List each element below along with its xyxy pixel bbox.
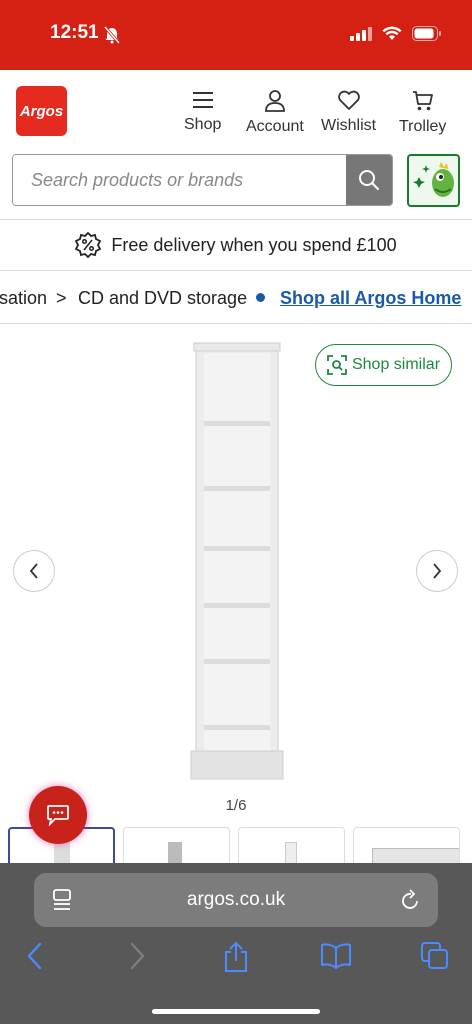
nav-shop-label: Shop (184, 116, 222, 133)
breadcrumb-separator: > (56, 288, 67, 308)
chat-bubble-icon (47, 805, 69, 826)
nav-shop[interactable]: Shop (184, 90, 221, 134)
reload-icon[interactable] (400, 888, 422, 918)
product-image (190, 342, 284, 780)
browser-toolbar: argos.co.uk (0, 863, 472, 1024)
assistant-mascot-icon (412, 161, 454, 197)
breadcrumb: sation > CD and DVD storage Shop all Arg… (0, 272, 472, 324)
nav-wishlist[interactable]: Wishlist (321, 90, 376, 135)
thumbnail[interactable] (353, 827, 460, 867)
menu-icon (192, 92, 213, 108)
shop-similar-label: Shop similar (351, 356, 441, 373)
nav-account[interactable]: Account (246, 90, 304, 136)
site-header: Argos Shop Account Wishlist Trolley (0, 70, 472, 220)
thumbnail[interactable] (123, 827, 230, 867)
chat-button[interactable] (29, 786, 87, 844)
forward-icon[interactable] (126, 941, 148, 976)
home-indicator (152, 1009, 320, 1014)
bookmarks-icon[interactable] (320, 941, 352, 976)
page-menu-icon[interactable] (52, 888, 74, 918)
wifi-icon (382, 26, 402, 46)
search-icon (359, 170, 380, 191)
breadcrumb-previous[interactable]: sation (0, 288, 47, 309)
nav-wishlist-label: Wishlist (321, 117, 377, 134)
next-image-button[interactable] (416, 550, 458, 592)
shop-similar-button[interactable]: Shop similar (315, 344, 452, 386)
assistant-button[interactable] (407, 154, 460, 207)
tabs-icon[interactable] (420, 941, 450, 976)
chevron-left-icon (29, 563, 38, 579)
product-gallery: Shop similar 1/6 (0, 325, 472, 867)
silent-bell-icon (103, 26, 121, 49)
visual-search-icon (327, 355, 347, 375)
nav-account-label: Account (246, 118, 304, 135)
argos-logo[interactable]: Argos (16, 86, 67, 136)
signal-icon (350, 26, 372, 46)
delivery-banner[interactable]: Free delivery when you spend £100 (0, 220, 472, 271)
discount-badge-icon (75, 232, 102, 258)
chevron-right-icon (433, 563, 442, 579)
previous-image-button[interactable] (13, 550, 55, 592)
status-time: 12:51 (50, 22, 99, 43)
nav-trolley-label: Trolley (399, 118, 447, 135)
search-input[interactable] (13, 155, 347, 205)
shop-all-link[interactable]: Shop all Argos Home (280, 288, 461, 309)
address-bar[interactable]: argos.co.uk (34, 873, 438, 927)
share-icon[interactable] (222, 941, 250, 978)
heart-icon (337, 90, 360, 110)
delivery-text: Free delivery when you spend £100 (111, 234, 397, 255)
url-text: argos.co.uk (186, 889, 286, 910)
breadcrumb-current[interactable]: CD and DVD storage (78, 288, 247, 309)
status-bar: 12:51 (0, 0, 472, 70)
account-icon (265, 90, 285, 112)
breadcrumb-dot (256, 293, 265, 302)
trolley-icon (412, 91, 433, 111)
search-button[interactable] (346, 155, 392, 205)
search-box (12, 154, 393, 206)
battery-icon (412, 26, 442, 46)
nav-trolley[interactable]: Trolley (399, 90, 446, 136)
thumbnail[interactable] (238, 827, 345, 867)
back-icon[interactable] (24, 941, 46, 976)
